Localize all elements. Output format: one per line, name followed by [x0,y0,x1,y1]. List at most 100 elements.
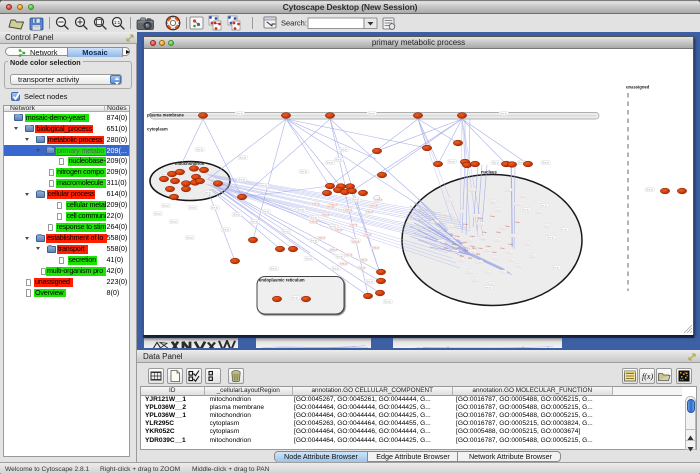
svg-text:Sim-jd: Sim-jd [291,297,298,300]
svg-text:1Gm: 1Gm [482,232,487,234]
svg-text:Sim-jd: Sim-jd [170,221,177,224]
svg-text:1Gm: 1Gm [462,242,467,244]
svg-text:1Gm: 1Gm [490,216,495,218]
svg-text:1Gm: 1Gm [470,236,475,238]
svg-text:sml-a: sml-a [494,240,500,242]
svg-text:Sim-jd: Sim-jd [154,213,161,216]
svg-text:Sim-jd: Sim-jd [500,113,507,116]
svg-text:Sim-jd: Sim-jd [492,162,499,165]
svg-text:Sim-jd: Sim-jd [300,171,307,174]
svg-text:Sim-jd: Sim-jd [270,268,277,271]
svg-text:Sim-jd: Sim-jd [236,113,243,116]
svg-text:1Gm: 1Gm [500,248,505,250]
svg-text:1Gm: 1Gm [496,232,501,234]
svg-text:Sim-jd: Sim-jd [189,207,196,210]
svg-text:1Gm-rtl: 1Gm-rtl [326,206,334,209]
svg-text:sml-a: sml-a [476,262,482,264]
svg-text:1Gm: 1Gm [478,248,483,250]
svg-text:Sim-jd: Sim-jd [282,231,289,234]
svg-text:rd-x: rd-x [452,243,457,246]
svg-text:Search:: Search: [281,19,307,28]
svg-text:1Gm: 1Gm [515,222,520,224]
svg-text:1Gm-rtl: 1Gm-rtl [322,214,330,217]
svg-text:Sim-jd: Sim-jd [340,149,347,152]
svg-text:1Gm-rtl: 1Gm-rtl [310,221,318,224]
svg-text:Sim-jd: Sim-jd [305,258,312,261]
svg-text:Sim-jd: Sim-jd [352,199,359,202]
svg-text:Sim-jd: Sim-jd [335,159,342,162]
svg-text:rd-x: rd-x [468,257,473,260]
svg-text:Sim-jd: Sim-jd [239,157,246,160]
svg-text:1Gm: 1Gm [508,244,513,246]
svg-text:cytoplasm: cytoplasm [147,127,168,132]
svg-text:1Gm-rtl: 1Gm-rtl [366,211,374,214]
svg-text:sml-a: sml-a [492,258,498,260]
svg-text:unassigned: unassigned [626,85,650,90]
svg-text:1Gm: 1Gm [463,224,468,226]
svg-text:sml-a: sml-a [520,196,526,198]
svg-text:sml-a: sml-a [442,214,448,216]
svg-text:1Gm: 1Gm [478,218,483,220]
svg-text:sml-a: sml-a [446,200,452,202]
svg-text:Sim-jd: Sim-jd [560,229,567,232]
svg-text:sml-a: sml-a [490,202,496,204]
svg-text:1Gm-rtl: 1Gm-rtl [318,237,326,240]
svg-text:sml-a: sml-a [458,260,464,262]
svg-text:Sim-jd: Sim-jd [310,217,317,220]
svg-text:rd-x: rd-x [460,255,465,258]
svg-text:Sim-jd: Sim-jd [384,301,391,304]
svg-text:sml-a: sml-a [448,232,454,234]
svg-text:1Gm: 1Gm [455,236,460,238]
svg-text:mitochondrion: mitochondrion [175,161,205,166]
svg-text:Sim-jd: Sim-jd [552,267,559,270]
svg-text:Sim-jd: Sim-jd [262,211,269,214]
svg-text:sml-a: sml-a [516,266,522,268]
svg-text:1Gm-rtl: 1Gm-rtl [360,259,368,262]
svg-text:sml-a: sml-a [500,272,506,274]
svg-text:sml-a: sml-a [508,260,514,262]
svg-text:Sim-jd: Sim-jd [260,185,267,188]
svg-text:1Gm-rtl: 1Gm-rtl [370,205,378,208]
svg-text:Sim-jd: Sim-jd [310,240,317,243]
svg-text:1Gm-rtl: 1Gm-rtl [345,209,353,212]
svg-text:plasma membrane: plasma membrane [147,113,184,118]
svg-text:Sim-jd: Sim-jd [522,209,529,212]
svg-text:Sim-jd: Sim-jd [336,256,343,259]
svg-text:sml-a: sml-a [524,244,530,246]
svg-text:1Gm-rtl: 1Gm-rtl [312,203,320,206]
svg-text:sml-a: sml-a [469,190,475,192]
svg-text:sml-a: sml-a [478,224,484,226]
svg-text:1Gm-rtl: 1Gm-rtl [340,263,348,266]
svg-text:Sim-jd: Sim-jd [222,229,229,232]
svg-text:sml-a: sml-a [510,236,516,238]
svg-text:1Gm-rtl: 1Gm-rtl [364,234,372,237]
svg-text:Sim-jd: Sim-jd [204,192,211,195]
svg-text:Sim-jd: Sim-jd [297,209,304,212]
svg-text:Sim-jd: Sim-jd [646,189,653,192]
svg-text:Sim-jd: Sim-jd [162,205,169,208]
svg-text:sml-a: sml-a [530,256,536,258]
svg-text:1Gm-rtl: 1Gm-rtl [358,267,366,270]
svg-text:1Gm-rtl: 1Gm-rtl [372,247,380,250]
svg-text:1Gm-rtl: 1Gm-rtl [352,241,360,244]
svg-text:Sim-jd: Sim-jd [547,237,554,240]
svg-text:sml-a: sml-a [484,272,490,274]
svg-text:sml-a: sml-a [472,280,478,282]
svg-text:nucleus: nucleus [481,170,497,175]
svg-text:Sim-jd: Sim-jd [186,237,193,240]
svg-text:Sim-jd: Sim-jd [368,113,375,116]
svg-text:Sim-jd: Sim-jd [251,221,258,224]
svg-text:1Gm: 1Gm [492,252,497,254]
svg-text:1:1: 1:1 [114,20,121,25]
svg-text:Sim-jd: Sim-jd [332,268,339,271]
svg-text:sml-a: sml-a [500,228,506,230]
svg-text:sml-a: sml-a [506,252,512,254]
svg-text:sml-a: sml-a [495,210,501,212]
svg-text:sml-a: sml-a [466,240,472,242]
svg-text:Sim-jd: Sim-jd [233,214,240,217]
svg-text:1Gm: 1Gm [486,246,491,248]
svg-text:sml-a: sml-a [488,284,494,286]
svg-text:Sim-jd: Sim-jd [448,161,455,164]
svg-text:sml-a: sml-a [515,204,521,206]
svg-text:Sim-jd: Sim-jd [196,149,203,152]
